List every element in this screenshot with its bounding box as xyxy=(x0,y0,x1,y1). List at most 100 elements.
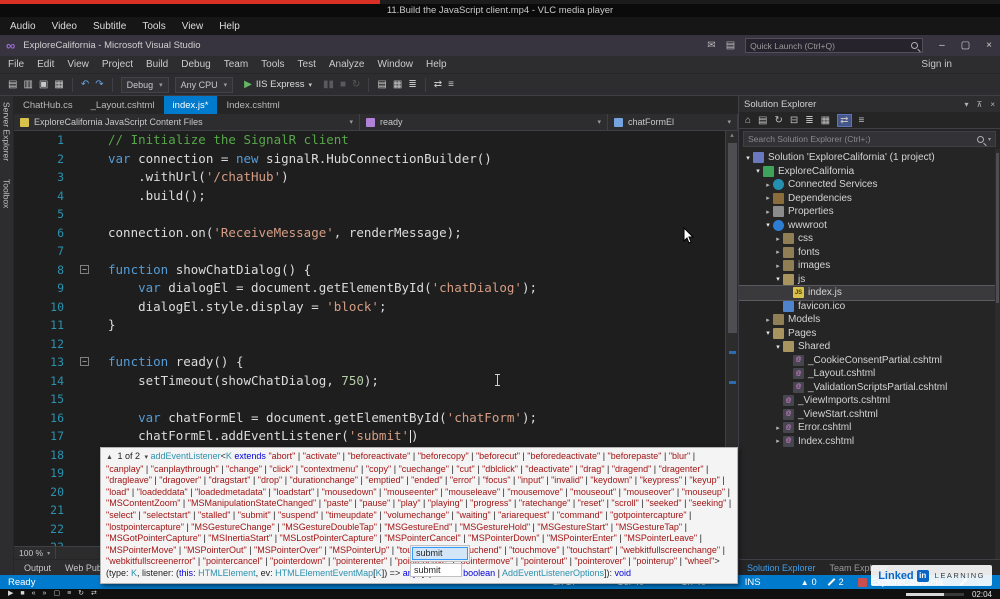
sync-with-active-document-icon[interactable]: ⇄ xyxy=(837,113,852,127)
vs-menu-item[interactable]: Build xyxy=(146,59,168,70)
close-button[interactable]: × xyxy=(986,40,992,51)
tree-item[interactable]: ▸ Error.cshtml xyxy=(739,421,1000,435)
show-all-files-icon[interactable]: ▦ xyxy=(821,115,830,126)
tree-item[interactable]: ▸ Index.cshtml xyxy=(739,435,1000,449)
field-dropdown[interactable]: chatFormEl ▾ xyxy=(608,114,738,130)
comment-icon[interactable]: ▦ xyxy=(393,79,402,90)
expander-icon[interactable]: ▸ xyxy=(773,424,783,432)
overload-down-icon[interactable]: ▾ xyxy=(145,454,149,461)
save-icon[interactable]: ▣ xyxy=(39,79,48,90)
scrollbar-thumb[interactable] xyxy=(728,143,737,333)
bookmark-icon[interactable]: ≣ xyxy=(408,79,416,90)
overload-up-icon[interactable]: ▲ xyxy=(106,454,113,461)
vs-menu-item[interactable]: Window xyxy=(377,59,413,70)
code-line[interactable]: 12 xyxy=(14,335,738,354)
completion-list[interactable]: submit xyxy=(410,545,470,562)
tree-item[interactable]: index.js xyxy=(739,285,1000,301)
vs-menu-item[interactable]: Help xyxy=(426,59,447,70)
type-member-dropdown[interactable]: ready ▾ xyxy=(360,114,608,130)
window-menu-icon[interactable]: ▾ xyxy=(964,100,968,109)
vs-menu-item[interactable]: Analyze xyxy=(329,59,365,70)
tree-item[interactable]: ▾ wwwroot xyxy=(739,219,1000,233)
expander-icon[interactable]: ▾ xyxy=(773,275,783,283)
settings-icon[interactable]: ≡ xyxy=(859,115,865,126)
expander-icon[interactable]: ▸ xyxy=(773,235,783,243)
vlc-menu-item[interactable]: Help xyxy=(219,21,240,32)
solution-platform-dropdown[interactable]: Any CPU ▾ xyxy=(174,76,234,93)
vlc-menu-item[interactable]: Subtitle xyxy=(93,21,126,32)
tree-item[interactable]: ▾ ExploreCalifornia xyxy=(739,165,1000,179)
solution-configuration-dropdown[interactable]: Debug ▾ xyxy=(120,76,169,93)
vs-menu-item[interactable]: Tools xyxy=(261,59,284,70)
tree-item[interactable]: ▸ fonts xyxy=(739,246,1000,260)
loop-icon[interactable]: ↻ xyxy=(78,589,84,599)
fullscreen-icon[interactable]: ▢ xyxy=(53,589,60,599)
refresh-icon[interactable]: ↻ xyxy=(775,115,783,126)
quick-launch-input[interactable]: Quick Launch (Ctrl+Q) xyxy=(745,38,924,53)
playlist-icon[interactable]: ≡ xyxy=(67,589,71,599)
tree-item[interactable]: ▸ Connected Services xyxy=(739,178,1000,192)
scrollbar-thumb[interactable] xyxy=(996,153,999,303)
volume-slider[interactable] xyxy=(905,592,964,596)
tree-item[interactable]: _ValidationScriptsPartial.cshtml xyxy=(739,381,1000,395)
tree-item[interactable]: ▾ js xyxy=(739,273,1000,287)
expander-icon[interactable]: ▾ xyxy=(763,329,773,337)
vs-menu-item[interactable]: Debug xyxy=(181,59,210,70)
code-line[interactable]: 11} xyxy=(14,316,738,335)
tree-item[interactable]: ▾ Shared xyxy=(739,340,1000,354)
tab-layout-cshtml[interactable]: _Layout.cshtml xyxy=(82,96,164,114)
code-line[interactable]: 2 var connection = new signalR.HubConnect… xyxy=(14,150,738,169)
feedback-icon[interactable]: ✉ xyxy=(707,40,715,51)
code-line[interactable]: 1 // Initialize the SignalR client xyxy=(14,131,738,150)
tree-item[interactable]: ▸ Dependencies xyxy=(739,192,1000,206)
fold-collapse-icon[interactable]: − xyxy=(80,357,89,366)
expander-icon[interactable]: ▸ xyxy=(763,316,773,324)
attach-debugger-icon[interactable]: ⇄ xyxy=(434,79,442,90)
tree-item[interactable]: ▸ css xyxy=(739,232,1000,246)
expander-icon[interactable]: ▸ xyxy=(763,208,773,216)
tree-item[interactable]: ▸ images xyxy=(739,259,1000,273)
tree-item[interactable]: ▸ Models xyxy=(739,313,1000,327)
close-icon[interactable]: × xyxy=(990,100,995,109)
code-line[interactable]: 17 chatFormEl.addEventListener('submit') xyxy=(14,427,738,446)
vlc-menu-item[interactable]: Tools xyxy=(142,21,165,32)
tree-item[interactable]: ▸ Properties xyxy=(739,205,1000,219)
tree-item[interactable]: _CookieConsentPartial.cshtml xyxy=(739,354,1000,368)
code-line[interactable]: 10 dialogEl.style.display = 'block'; xyxy=(14,298,738,317)
vlc-menu-item[interactable]: Audio xyxy=(10,21,36,32)
shuffle-icon[interactable]: ⇄ xyxy=(91,589,97,599)
code-line[interactable]: 16 var chatFormEl = document.getElementB… xyxy=(14,409,738,428)
tool-window-tab[interactable]: Server Explorer xyxy=(2,102,12,161)
vlc-menu-item[interactable]: Video xyxy=(52,21,77,32)
expander-icon[interactable]: ▾ xyxy=(743,154,753,162)
code-line[interactable]: 9 var dialogEl = document.getElementById… xyxy=(14,279,738,298)
tab-output[interactable]: Output xyxy=(24,563,51,573)
code-line[interactable]: 14 setTimeout(showChatDialog, 750); xyxy=(14,372,738,391)
tab-chathub-cs[interactable]: ChatHub.cs xyxy=(14,96,82,114)
vlc-menu-item[interactable]: View xyxy=(182,21,204,32)
expander-icon[interactable]: ▾ xyxy=(763,221,773,229)
play-icon[interactable]: ▶ xyxy=(8,589,13,599)
code-line[interactable]: 3 .withUrl('/chatHub') xyxy=(14,168,738,187)
open-file-icon[interactable]: ▥ xyxy=(23,79,32,90)
collapse-all-icon[interactable]: ⊟ xyxy=(790,115,798,126)
notifications-icon[interactable]: ▤ xyxy=(726,40,735,51)
code-line[interactable]: 4 .build(); xyxy=(14,187,738,206)
vs-menu-item[interactable]: Team xyxy=(224,59,248,70)
tab-solution-explorer[interactable]: Solution Explorer xyxy=(747,563,816,573)
tree-item[interactable]: _ViewImports.cshtml xyxy=(739,394,1000,408)
vs-menu-item[interactable]: Test xyxy=(298,59,316,70)
fold-collapse-icon[interactable]: − xyxy=(80,264,89,274)
expander-icon[interactable]: ▸ xyxy=(773,248,783,256)
code-line[interactable]: 15 xyxy=(14,390,738,409)
tree-item[interactable]: favicon.ico xyxy=(739,300,1000,314)
new-file-icon[interactable]: ▤ xyxy=(8,79,17,90)
code-line[interactable]: 6 connection.on('ReceiveMessage', renderM… xyxy=(14,224,738,243)
zoom-control[interactable]: 100 % ▾ xyxy=(14,546,57,560)
start-debugging-button[interactable]: ▶ IIS Express ▾ xyxy=(239,79,317,90)
solution-explorer-search[interactable]: Search Solution Explorer (Ctrl+;) ▾ xyxy=(743,131,996,147)
find-in-files-icon[interactable]: ▤ xyxy=(377,79,386,90)
extensions-icon[interactable]: ≡ xyxy=(448,79,454,90)
vs-menu-item[interactable]: Project xyxy=(102,59,133,70)
code-line[interactable]: 5 xyxy=(14,205,738,224)
